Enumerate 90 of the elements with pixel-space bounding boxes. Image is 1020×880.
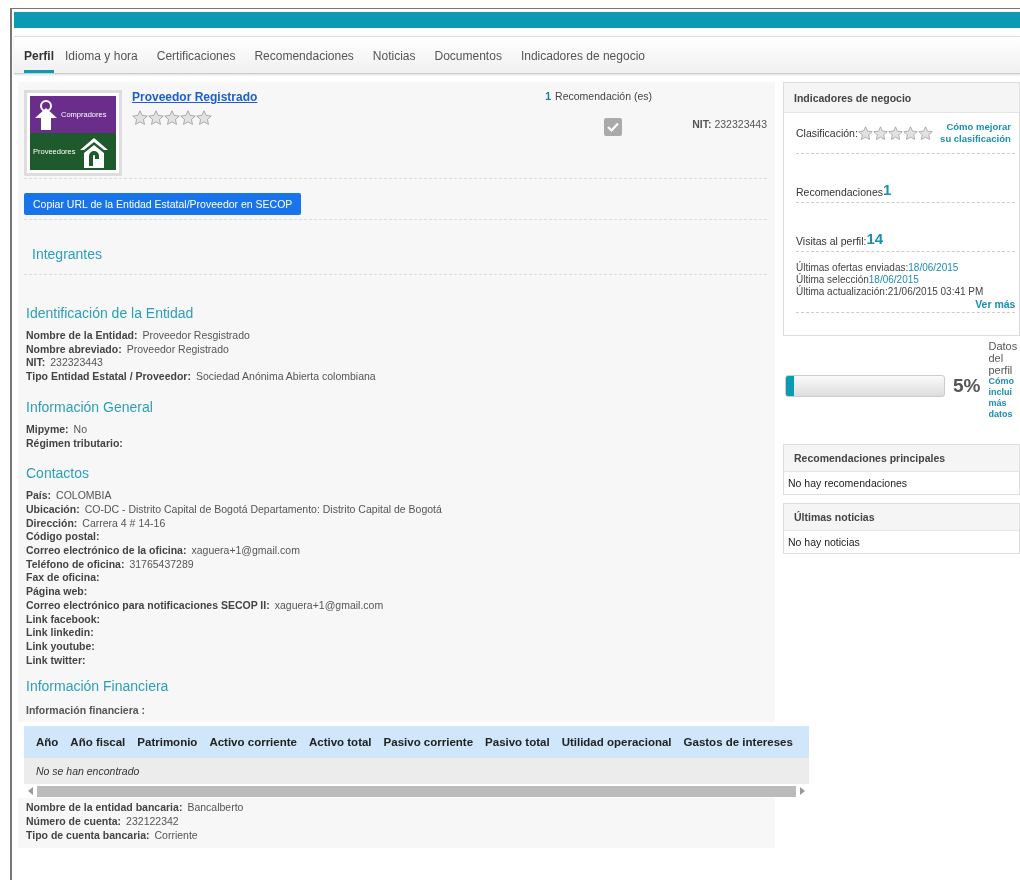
progress-percent: 5% — [953, 375, 981, 397]
column-header: Activo total — [307, 736, 373, 749]
field-value: xaguera+1@gmail.com — [274, 598, 384, 611]
nit-value: 232323443 — [714, 118, 767, 130]
metric-value: 1 — [882, 181, 892, 198]
activity-label: Últimas ofertas enviadas: — [796, 262, 909, 273]
card-title: Últimas noticias — [794, 511, 875, 523]
field-label: Número de cuenta: — [26, 815, 122, 828]
field-label: Correo electrónico de la oficina: — [26, 544, 187, 557]
field-label: Nombre abreviado: — [26, 342, 122, 355]
column-header: Utilidad operacional — [560, 736, 673, 749]
field-label: Correo electrónico para notificaciones SECOP II: — [26, 598, 270, 611]
person-arrow-icon — [34, 99, 58, 130]
field-value: Bancalberto — [187, 801, 244, 814]
horizontal-scrollbar[interactable] — [37, 785, 796, 797]
recommendation-label: Recomendación (es) — [555, 90, 652, 102]
column-header: Activo corriente — [208, 736, 298, 749]
section-title: Identificación de la Entidad — [26, 305, 194, 321]
tab[interactable]: Indicadores de negocio — [511, 37, 654, 73]
scroll-left-icon[interactable] — [28, 787, 33, 796]
field-value: No — [73, 422, 88, 435]
field-value: Corriente — [154, 828, 198, 841]
field-value: Sociedad Anónima Abierta colombiana — [195, 370, 376, 383]
field-label: Link youtube: — [26, 639, 95, 652]
activity-label: Última actualización: — [796, 286, 888, 297]
field-label: Link facebook: — [26, 612, 101, 625]
field-value: Proveedor Resgistrado — [142, 329, 250, 341]
tab[interactable]: Recomendaciones — [245, 37, 363, 73]
tab[interactable]: Documentos — [425, 37, 511, 73]
metric-label: Visitas al perfil: — [796, 235, 867, 247]
field-label: Mipyme: — [26, 422, 69, 435]
empty-message: No hay noticias — [788, 536, 860, 548]
field-label: Nombre de la Entidad: — [26, 329, 138, 341]
field-value: 31765437289 — [129, 557, 194, 570]
empty-table-message: No se han encontrado — [36, 765, 140, 778]
field-value: Carrera 4 # 14-16 — [82, 516, 166, 529]
field-label: Ubicación: — [26, 502, 80, 515]
field-label: NIT: — [26, 356, 46, 369]
field-label: Régimen tributario: — [26, 436, 123, 449]
field-label: Nombre de la entidad bancaria: — [26, 801, 183, 814]
metric-label: Recomendaciones — [796, 186, 883, 198]
field-value: 232323443 — [50, 356, 103, 369]
section-title: Información General — [26, 398, 153, 415]
column-header: Patrimonio — [136, 736, 199, 749]
field-label: Tipo Entidad Estatal / Proveedor: — [26, 370, 191, 383]
metric-value: 14 — [866, 230, 884, 247]
field-label: Tipo de cuenta bancaria: — [26, 828, 150, 841]
field-label: Código postal: — [26, 530, 100, 543]
field-value: 232122342 — [126, 815, 179, 828]
field-value: xaguera+1@gmail.com — [191, 544, 300, 557]
improve-rating-link[interactable]: Cómo mejorar su clasificación — [938, 121, 1011, 145]
activity-label: Última selección — [796, 274, 869, 285]
field-label: Teléfono de oficina: — [26, 557, 125, 570]
progress-label: Datos del perfil — [988, 340, 1018, 376]
column-header: Pasivo total — [484, 736, 551, 749]
card-title: Recomendaciones principales — [794, 452, 946, 464]
tab[interactable]: Perfil — [24, 37, 54, 73]
scroll-right-icon[interactable] — [800, 787, 805, 796]
see-more-link[interactable]: Ver más — [975, 298, 1016, 310]
activity-date-link[interactable]: 18/06/2015 — [908, 262, 959, 273]
provider-name-link[interactable]: Proveedor Registrado — [132, 90, 258, 104]
column-header: Pasivo corriente — [382, 736, 475, 749]
field-label: Link linkedin: — [26, 626, 94, 639]
field-value: COLOMBIA — [56, 489, 112, 502]
tab[interactable]: Certificaciones — [147, 37, 245, 73]
section-title: Información Financiera — [26, 678, 169, 695]
field-label: País: — [26, 489, 52, 502]
activity-date-link[interactable]: 18/06/2015 — [868, 274, 919, 285]
field-label: Información financiera : — [26, 704, 146, 717]
copy-url-button[interactable]: Copiar URL de la Entidad Estatal/Proveedor en SECOP — [24, 193, 302, 215]
add-data-link[interactable]: Cómo inclui más datos — [988, 376, 1020, 420]
activity-date: 21/06/2015 03:41 PM — [887, 286, 984, 297]
field-value: CO-DC - Distrito Capital de Bogotá Departamento: Distrito Capital de Bogotá — [84, 502, 442, 515]
column-header: Año — [35, 736, 60, 749]
field-label: Fax de oficina: — [26, 571, 100, 584]
tab[interactable]: Idioma y hora — [56, 37, 147, 73]
section-title: Contactos — [26, 465, 90, 482]
tab[interactable]: Noticias — [363, 37, 425, 73]
rating-label: Clasificación: — [796, 127, 858, 139]
section-title: Integrantes — [32, 246, 103, 262]
recommendation-count: 1 — [545, 90, 552, 102]
field-value: Proveedor Registrado — [126, 342, 229, 355]
nit-label: NIT: — [692, 118, 712, 130]
column-header: Año fiscal — [69, 736, 127, 749]
field-label: Página web: — [26, 585, 88, 598]
field-label: Dirección: — [26, 516, 78, 529]
field-label: Link twitter: — [26, 653, 86, 666]
empty-message: No hay recomendaciones — [788, 477, 908, 489]
column-header: Gastos de intereses — [682, 736, 794, 749]
card-title: Indicadores de negocio — [794, 91, 912, 104]
